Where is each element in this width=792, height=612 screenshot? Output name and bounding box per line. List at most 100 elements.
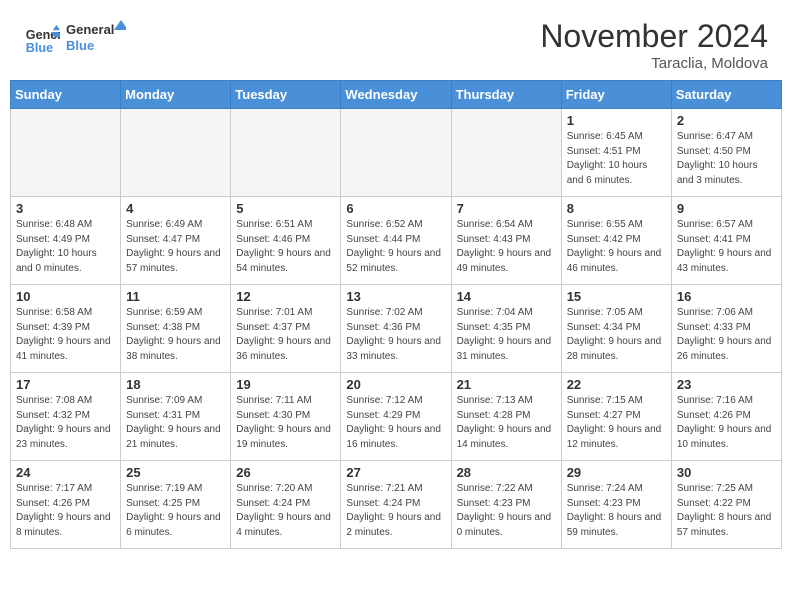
day-cell: 9 Sunrise: 6:57 AM Sunset: 4:41 PM Daylig… bbox=[671, 197, 781, 285]
day-cell: 25 Sunrise: 7:19 AM Sunset: 4:25 PM Dayli… bbox=[121, 461, 231, 549]
day-info: Sunrise: 7:17 AM Sunset: 4:26 PM Dayligh… bbox=[16, 482, 115, 540]
week-row-4: 24 Sunrise: 7:17 AM Sunset: 4:26 PM Dayli… bbox=[11, 461, 782, 549]
svg-text:Blue: Blue bbox=[26, 40, 53, 54]
day-number: 28 bbox=[457, 465, 556, 480]
week-row-2: 10Sunrise: 6:58 AM Sunset: 4:39 PM Dayli… bbox=[11, 285, 782, 373]
day-number: 5 bbox=[236, 201, 335, 216]
col-header-tuesday: Tuesday bbox=[231, 81, 341, 109]
day-info: Sunrise: 7:11 AM Sunset: 4:30 PM Dayligh… bbox=[236, 394, 335, 452]
day-number: 24 bbox=[16, 465, 115, 480]
day-number: 29 bbox=[567, 465, 666, 480]
calendar-header-row: SundayMondayTuesdayWednesdayThursdayFrid… bbox=[11, 81, 782, 109]
title-block: November 2024 Taraclia, Moldova bbox=[540, 18, 768, 72]
day-info: Sunrise: 7:22 AM Sunset: 4:23 PM Dayligh… bbox=[457, 482, 556, 540]
day-number: 13 bbox=[346, 289, 445, 304]
svg-text:Blue: Blue bbox=[66, 38, 94, 53]
day-number: 9 bbox=[677, 201, 776, 216]
day-info: Sunrise: 6:59 AM Sunset: 4:38 PM Dayligh… bbox=[126, 306, 225, 364]
day-info: Sunrise: 7:20 AM Sunset: 4:24 PM Dayligh… bbox=[236, 482, 335, 540]
day-cell: 8Sunrise: 6:55 AM Sunset: 4:42 PM Daylig… bbox=[561, 197, 671, 285]
day-cell: 5 Sunrise: 6:51 AM Sunset: 4:46 PM Daylig… bbox=[231, 197, 341, 285]
day-cell bbox=[11, 109, 121, 197]
day-cell bbox=[231, 109, 341, 197]
col-header-sunday: Sunday bbox=[11, 81, 121, 109]
day-cell bbox=[341, 109, 451, 197]
location-subtitle: Taraclia, Moldova bbox=[540, 55, 768, 72]
calendar-table: SundayMondayTuesdayWednesdayThursdayFrid… bbox=[10, 80, 782, 549]
day-info: Sunrise: 7:08 AM Sunset: 4:32 PM Dayligh… bbox=[16, 394, 115, 452]
day-cell: 26Sunrise: 7:20 AM Sunset: 4:24 PM Dayli… bbox=[231, 461, 341, 549]
day-cell: 16 Sunrise: 7:06 AM Sunset: 4:33 PM Dayli… bbox=[671, 285, 781, 373]
day-info: Sunrise: 7:02 AM Sunset: 4:36 PM Dayligh… bbox=[346, 306, 445, 364]
day-info: Sunrise: 7:12 AM Sunset: 4:29 PM Dayligh… bbox=[346, 394, 445, 452]
day-number: 21 bbox=[457, 377, 556, 392]
logo: General Blue General Blue bbox=[24, 18, 126, 63]
day-cell: 22Sunrise: 7:15 AM Sunset: 4:27 PM Dayli… bbox=[561, 373, 671, 461]
day-number: 18 bbox=[126, 377, 225, 392]
day-number: 14 bbox=[457, 289, 556, 304]
logo-icon: General Blue bbox=[24, 23, 60, 59]
day-number: 8 bbox=[567, 201, 666, 216]
day-info: Sunrise: 7:06 AM Sunset: 4:33 PM Dayligh… bbox=[677, 306, 776, 364]
day-info: Sunrise: 7:21 AM Sunset: 4:24 PM Dayligh… bbox=[346, 482, 445, 540]
day-info: Sunrise: 7:16 AM Sunset: 4:26 PM Dayligh… bbox=[677, 394, 776, 452]
day-cell: 28 Sunrise: 7:22 AM Sunset: 4:23 PM Dayli… bbox=[451, 461, 561, 549]
day-cell: 15 Sunrise: 7:05 AM Sunset: 4:34 PM Dayli… bbox=[561, 285, 671, 373]
day-info: Sunrise: 6:51 AM Sunset: 4:46 PM Dayligh… bbox=[236, 218, 335, 276]
day-cell: 6 Sunrise: 6:52 AM Sunset: 4:44 PM Daylig… bbox=[341, 197, 451, 285]
day-info: Sunrise: 6:47 AM Sunset: 4:50 PM Dayligh… bbox=[677, 130, 776, 188]
day-info: Sunrise: 7:05 AM Sunset: 4:34 PM Dayligh… bbox=[567, 306, 666, 364]
day-info: Sunrise: 7:19 AM Sunset: 4:25 PM Dayligh… bbox=[126, 482, 225, 540]
calendar-wrapper: SundayMondayTuesdayWednesdayThursdayFrid… bbox=[0, 80, 792, 559]
day-cell bbox=[121, 109, 231, 197]
page-header: General Blue General Blue November 2024 … bbox=[0, 0, 792, 80]
day-cell: 24 Sunrise: 7:17 AM Sunset: 4:26 PM Dayli… bbox=[11, 461, 121, 549]
day-cell: 21Sunrise: 7:13 AM Sunset: 4:28 PM Dayli… bbox=[451, 373, 561, 461]
col-header-thursday: Thursday bbox=[451, 81, 561, 109]
day-cell: 30 Sunrise: 7:25 AM Sunset: 4:22 PM Dayli… bbox=[671, 461, 781, 549]
day-number: 2 bbox=[677, 113, 776, 128]
day-number: 30 bbox=[677, 465, 776, 480]
day-info: Sunrise: 6:48 AM Sunset: 4:49 PM Dayligh… bbox=[16, 218, 115, 276]
day-number: 15 bbox=[567, 289, 666, 304]
day-cell: 11 Sunrise: 6:59 AM Sunset: 4:38 PM Dayli… bbox=[121, 285, 231, 373]
day-cell: 12Sunrise: 7:01 AM Sunset: 4:37 PM Dayli… bbox=[231, 285, 341, 373]
day-number: 10 bbox=[16, 289, 115, 304]
day-number: 12 bbox=[236, 289, 335, 304]
day-cell: 18Sunrise: 7:09 AM Sunset: 4:31 PM Dayli… bbox=[121, 373, 231, 461]
day-number: 16 bbox=[677, 289, 776, 304]
logo-svg: General Blue bbox=[66, 18, 126, 58]
week-row-3: 17 Sunrise: 7:08 AM Sunset: 4:32 PM Dayli… bbox=[11, 373, 782, 461]
day-cell: 3 Sunrise: 6:48 AM Sunset: 4:49 PM Daylig… bbox=[11, 197, 121, 285]
day-number: 6 bbox=[346, 201, 445, 216]
day-number: 25 bbox=[126, 465, 225, 480]
day-cell: 27Sunrise: 7:21 AM Sunset: 4:24 PM Dayli… bbox=[341, 461, 451, 549]
day-info: Sunrise: 7:24 AM Sunset: 4:23 PM Dayligh… bbox=[567, 482, 666, 540]
day-number: 4 bbox=[126, 201, 225, 216]
day-info: Sunrise: 7:15 AM Sunset: 4:27 PM Dayligh… bbox=[567, 394, 666, 452]
day-cell: 17 Sunrise: 7:08 AM Sunset: 4:32 PM Dayli… bbox=[11, 373, 121, 461]
day-cell: 14 Sunrise: 7:04 AM Sunset: 4:35 PM Dayli… bbox=[451, 285, 561, 373]
day-cell: 20 Sunrise: 7:12 AM Sunset: 4:29 PM Dayli… bbox=[341, 373, 451, 461]
col-header-saturday: Saturday bbox=[671, 81, 781, 109]
day-info: Sunrise: 7:04 AM Sunset: 4:35 PM Dayligh… bbox=[457, 306, 556, 364]
day-cell: 10Sunrise: 6:58 AM Sunset: 4:39 PM Dayli… bbox=[11, 285, 121, 373]
day-cell: 4Sunrise: 6:49 AM Sunset: 4:47 PM Daylig… bbox=[121, 197, 231, 285]
day-cell: 23Sunrise: 7:16 AM Sunset: 4:26 PM Dayli… bbox=[671, 373, 781, 461]
day-cell: 13 Sunrise: 7:02 AM Sunset: 4:36 PM Dayli… bbox=[341, 285, 451, 373]
day-info: Sunrise: 6:57 AM Sunset: 4:41 PM Dayligh… bbox=[677, 218, 776, 276]
day-number: 20 bbox=[346, 377, 445, 392]
day-cell: 2 Sunrise: 6:47 AM Sunset: 4:50 PM Daylig… bbox=[671, 109, 781, 197]
day-cell bbox=[451, 109, 561, 197]
day-cell: 29 Sunrise: 7:24 AM Sunset: 4:23 PM Dayli… bbox=[561, 461, 671, 549]
day-number: 3 bbox=[16, 201, 115, 216]
col-header-monday: Monday bbox=[121, 81, 231, 109]
day-info: Sunrise: 6:54 AM Sunset: 4:43 PM Dayligh… bbox=[457, 218, 556, 276]
day-cell: 1Sunrise: 6:45 AM Sunset: 4:51 PM Daylig… bbox=[561, 109, 671, 197]
day-number: 19 bbox=[236, 377, 335, 392]
day-info: Sunrise: 7:25 AM Sunset: 4:22 PM Dayligh… bbox=[677, 482, 776, 540]
day-number: 17 bbox=[16, 377, 115, 392]
day-info: Sunrise: 6:52 AM Sunset: 4:44 PM Dayligh… bbox=[346, 218, 445, 276]
month-title: November 2024 bbox=[540, 18, 768, 55]
day-number: 11 bbox=[126, 289, 225, 304]
